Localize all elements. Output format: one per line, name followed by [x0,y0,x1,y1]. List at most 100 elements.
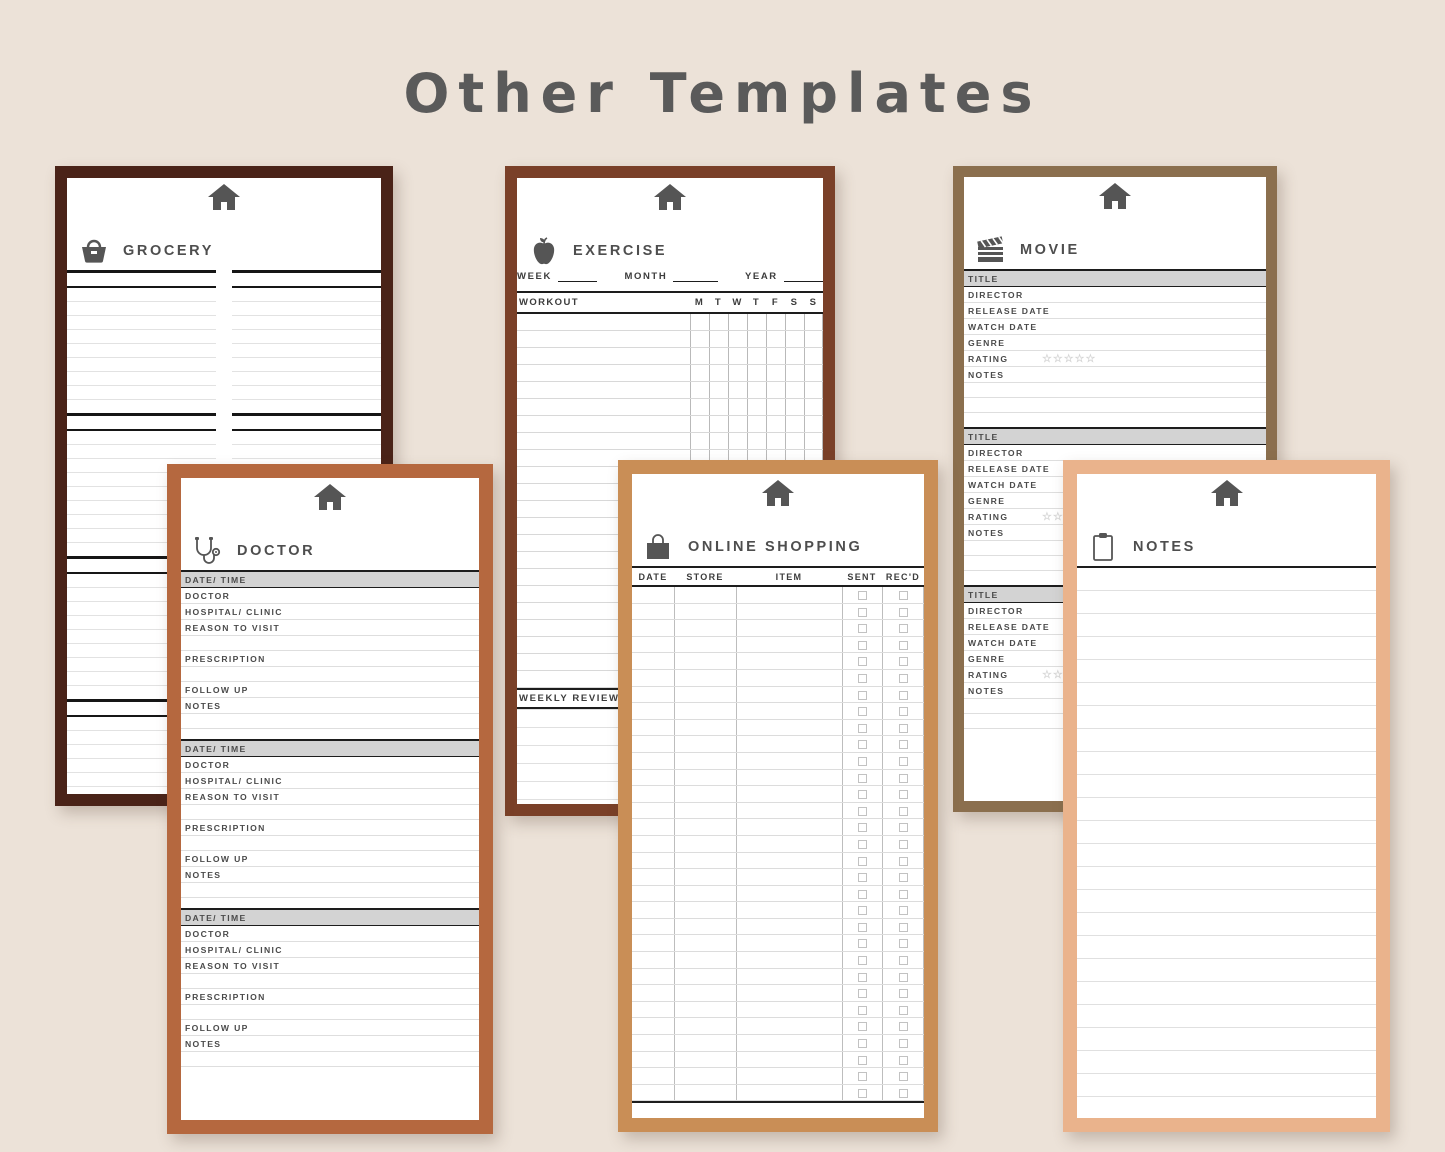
doctor-visit-block[interactable]: DATE/ TIME DOCTOR HOSPITAL/ CLINIC REASON T… [181,739,479,908]
exercise-cell-day[interactable] [804,416,823,432]
shopping-cell-date[interactable] [632,819,674,835]
exercise-cell-day[interactable] [804,382,823,398]
movie-field-blank[interactable] [964,383,1266,398]
doctor-field-follow-up[interactable]: FOLLOW UP [181,851,479,867]
shopping-table-row[interactable] [632,1035,924,1052]
sent-checkbox[interactable] [858,873,867,883]
shopping-cell-store[interactable] [674,1068,736,1084]
shopping-cell-store[interactable] [674,686,736,703]
notes-line[interactable] [1077,590,1376,591]
exercise-cell-day[interactable] [709,348,728,364]
doctor-field-blank[interactable] [181,667,479,682]
shopping-cell-item[interactable] [736,968,842,985]
exercise-cell-day[interactable] [728,399,747,415]
shopping-cell-store[interactable] [674,968,736,985]
shopping-cell-item[interactable] [736,587,842,603]
shopping-cell-item[interactable] [736,669,842,686]
doctor-field-notes[interactable]: NOTES [181,867,479,883]
notes-line[interactable] [1077,751,1376,752]
shopping-cell-item[interactable] [736,1001,842,1018]
shopping-cell-item[interactable] [736,1068,842,1084]
exercise-cell-day[interactable] [728,433,747,449]
shopping-cell-date[interactable] [632,720,674,736]
shopping-table-row[interactable] [632,802,924,820]
doctor-field-blank[interactable] [181,836,479,851]
shopping-cell-sent[interactable] [842,587,882,603]
shopping-cell-sent[interactable] [842,769,882,786]
doctor-field-blank[interactable] [181,1052,479,1067]
exercise-table-row[interactable] [517,348,823,365]
movie-field-rating[interactable]: RATING☆☆☆☆☆ [964,351,1266,367]
sent-checkbox[interactable] [858,673,867,683]
exercise-cell-workout[interactable] [517,348,690,364]
recd-checkbox[interactable] [898,756,908,766]
shopping-table-row[interactable] [632,968,924,986]
shopping-cell-store[interactable] [674,802,736,819]
exercise-cell-day[interactable] [785,416,804,432]
shopping-cell-item[interactable] [736,902,842,918]
shopping-cell-sent[interactable] [842,669,882,686]
sent-checkbox[interactable] [858,1055,867,1065]
doctor-field-notes[interactable]: NOTES [181,698,479,714]
shopping-table-row[interactable] [632,669,924,687]
recd-checkbox[interactable] [898,1005,908,1015]
sent-checkbox[interactable] [858,1088,867,1098]
shopping-table-row[interactable] [632,1084,924,1102]
exercise-cell-day[interactable] [690,416,709,432]
exercise-cell-day[interactable] [747,433,766,449]
recd-checkbox[interactable] [898,657,908,667]
doctor-field-hospital-clinic[interactable]: HOSPITAL/ CLINIC [181,604,479,620]
recd-checkbox[interactable] [898,723,908,733]
sent-checkbox[interactable] [858,972,867,982]
sent-checkbox[interactable] [858,640,867,650]
exercise-cell-day[interactable] [804,348,823,364]
shopping-cell-date[interactable] [632,869,674,885]
sent-checkbox[interactable] [858,823,867,833]
exercise-cell-day[interactable] [747,416,766,432]
shopping-cell-date[interactable] [632,687,674,703]
shopping-cell-sent[interactable] [842,653,882,669]
sent-checkbox[interactable] [858,690,867,700]
movie-field-director[interactable]: DIRECTOR [964,445,1266,461]
doctor-field-notes[interactable]: NOTES [181,1036,479,1052]
shopping-cell-recd[interactable] [882,752,924,769]
shopping-cell-date[interactable] [632,935,674,951]
notes-line[interactable] [1077,981,1376,982]
shopping-table-row[interactable] [632,686,924,704]
exercise-cell-day[interactable] [785,382,804,398]
doctor-body[interactable]: DATE/ TIME DOCTOR HOSPITAL/ CLINIC REASON T… [181,570,479,1077]
movie-field-blank[interactable] [964,398,1266,413]
exercise-cell-day[interactable] [766,399,785,415]
sent-checkbox[interactable] [858,773,867,783]
shopping-cell-date[interactable] [632,1002,674,1018]
recd-checkbox[interactable] [898,790,908,800]
shopping-table-row[interactable] [632,869,924,886]
shopping-cell-store[interactable] [674,1035,736,1051]
notes-line[interactable] [1077,1027,1376,1028]
exercise-cell-day[interactable] [690,331,709,347]
recd-checkbox[interactable] [898,1088,908,1098]
shopping-cell-sent[interactable] [842,952,882,968]
sent-checkbox[interactable] [858,922,867,932]
card-online-shopping[interactable]: ONLINE SHOPPING DATE STORE ITEM SENT REC… [618,460,938,1132]
sent-checkbox[interactable] [858,1005,867,1015]
doctor-field-reason-to-visit[interactable]: REASON TO VISIT [181,958,479,974]
shopping-cell-item[interactable] [736,885,842,902]
recd-checkbox[interactable] [898,1072,908,1082]
exercise-cell-workout[interactable] [517,382,690,398]
shopping-table-row[interactable] [632,935,924,953]
recd-checkbox[interactable] [898,839,908,849]
shopping-table-row[interactable] [632,1001,924,1019]
exercise-cell-day[interactable] [690,365,709,381]
shopping-cell-store[interactable] [674,935,736,952]
shopping-cell-date[interactable] [632,670,674,686]
shopping-table-row[interactable] [632,952,924,969]
exercise-cell-day[interactable] [785,365,804,381]
doctor-field-blank[interactable] [181,714,479,729]
shopping-cell-sent[interactable] [842,719,882,736]
shopping-cell-recd[interactable] [882,952,924,968]
sent-checkbox[interactable] [858,657,867,667]
shopping-cell-item[interactable] [736,1084,842,1101]
shopping-cell-store[interactable] [674,786,736,802]
shopping-cell-sent[interactable] [842,686,882,703]
